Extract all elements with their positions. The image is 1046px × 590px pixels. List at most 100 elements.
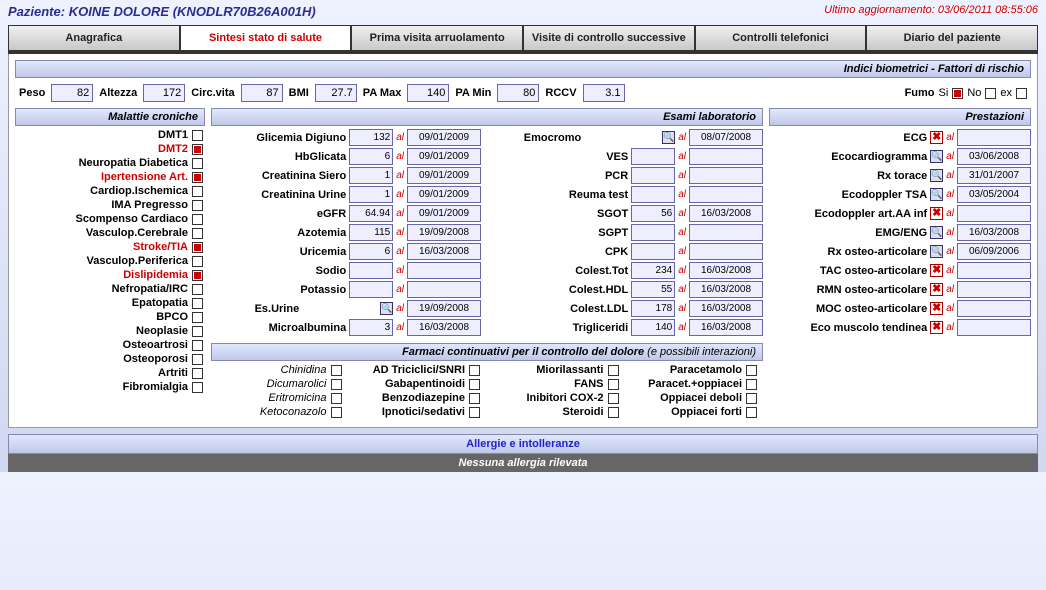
- chronic-checkbox[interactable]: [192, 270, 203, 281]
- rccv-input[interactable]: [583, 84, 625, 102]
- document-icon[interactable]: 🔍: [930, 188, 943, 201]
- missing-icon[interactable]: ✖: [930, 283, 943, 296]
- lab-date-input[interactable]: [689, 205, 763, 222]
- lab-value-input[interactable]: [631, 243, 675, 260]
- prest-date-input[interactable]: [957, 224, 1031, 241]
- search-icon[interactable]: 🔍: [662, 131, 675, 144]
- fumo-no-checkbox[interactable]: [985, 88, 996, 99]
- document-icon[interactable]: 🔍: [930, 150, 943, 163]
- lab-value-input[interactable]: [349, 205, 393, 222]
- lab-value-input[interactable]: [631, 167, 675, 184]
- tab-prima-visita-arruolamento[interactable]: Prima visita arruolamento: [351, 25, 523, 50]
- lab-value-input[interactable]: [631, 262, 675, 279]
- lab-date-input[interactable]: [407, 243, 481, 260]
- document-icon[interactable]: 🔍: [930, 245, 943, 258]
- chronic-checkbox[interactable]: [192, 256, 203, 267]
- tab-controlli-telefonici[interactable]: Controlli telefonici: [695, 25, 867, 50]
- lab-value-input[interactable]: [349, 129, 393, 146]
- missing-icon[interactable]: ✖: [930, 321, 943, 334]
- chronic-checkbox[interactable]: [192, 172, 203, 183]
- circvita-input[interactable]: [241, 84, 283, 102]
- missing-icon[interactable]: ✖: [930, 207, 943, 220]
- prest-date-input[interactable]: [957, 167, 1031, 184]
- lab-date-input[interactable]: [407, 300, 481, 317]
- tab-diario-del-paziente[interactable]: Diario del paziente: [866, 25, 1038, 50]
- chronic-checkbox[interactable]: [192, 214, 203, 225]
- lab-date-input[interactable]: [689, 224, 763, 241]
- missing-icon[interactable]: ✖: [930, 131, 943, 144]
- lab-date-input[interactable]: [407, 224, 481, 241]
- lab-value-input[interactable]: [349, 262, 393, 279]
- lab-value-input[interactable]: [631, 186, 675, 203]
- chronic-checkbox[interactable]: [192, 130, 203, 141]
- lab-value-input[interactable]: [631, 148, 675, 165]
- prest-date-input[interactable]: [957, 243, 1031, 260]
- lab-date-input[interactable]: [689, 167, 763, 184]
- missing-icon[interactable]: ✖: [930, 264, 943, 277]
- document-icon[interactable]: 🔍: [930, 169, 943, 182]
- lab-value-input[interactable]: [631, 300, 675, 317]
- lab-date-input[interactable]: [689, 300, 763, 317]
- lab-date-input[interactable]: [407, 262, 481, 279]
- lab-date-input[interactable]: [689, 243, 763, 260]
- farm-checkbox[interactable]: [331, 393, 342, 404]
- chronic-checkbox[interactable]: [192, 144, 203, 155]
- chronic-checkbox[interactable]: [192, 242, 203, 253]
- prest-date-input[interactable]: [957, 129, 1031, 146]
- tab-anagrafica[interactable]: Anagrafica: [8, 25, 180, 50]
- lab-date-input[interactable]: [407, 167, 481, 184]
- farm-checkbox[interactable]: [746, 365, 757, 376]
- pamax-input[interactable]: [407, 84, 449, 102]
- farm-checkbox[interactable]: [469, 393, 480, 404]
- lab-value-input[interactable]: [349, 167, 393, 184]
- lab-value-input[interactable]: [631, 205, 675, 222]
- prest-date-input[interactable]: [957, 300, 1031, 317]
- chronic-checkbox[interactable]: [192, 354, 203, 365]
- chronic-checkbox[interactable]: [192, 368, 203, 379]
- lab-value-input[interactable]: [349, 148, 393, 165]
- lab-value-input[interactable]: [631, 224, 675, 241]
- lab-date-input[interactable]: [407, 281, 481, 298]
- document-icon[interactable]: 🔍: [930, 226, 943, 239]
- farm-checkbox[interactable]: [608, 379, 619, 390]
- prest-date-input[interactable]: [957, 205, 1031, 222]
- farm-checkbox[interactable]: [331, 407, 342, 418]
- lab-date-input[interactable]: [689, 186, 763, 203]
- lab-value-input[interactable]: [631, 319, 675, 336]
- lab-value-input[interactable]: [349, 281, 393, 298]
- lab-value-input[interactable]: [349, 224, 393, 241]
- lab-value-input[interactable]: [349, 186, 393, 203]
- chronic-checkbox[interactable]: [192, 158, 203, 169]
- farm-checkbox[interactable]: [469, 379, 480, 390]
- peso-input[interactable]: [51, 84, 93, 102]
- farm-checkbox[interactable]: [746, 407, 757, 418]
- farm-checkbox[interactable]: [469, 407, 480, 418]
- chronic-checkbox[interactable]: [192, 186, 203, 197]
- prest-date-input[interactable]: [957, 281, 1031, 298]
- lab-date-input[interactable]: [407, 205, 481, 222]
- chronic-checkbox[interactable]: [192, 312, 203, 323]
- lab-date-input[interactable]: [407, 129, 481, 146]
- farm-checkbox[interactable]: [608, 407, 619, 418]
- chronic-checkbox[interactable]: [192, 326, 203, 337]
- chronic-checkbox[interactable]: [192, 382, 203, 393]
- farm-checkbox[interactable]: [746, 393, 757, 404]
- tab-visite-di-controllo-successive[interactable]: Visite di controllo successive: [523, 25, 695, 50]
- chronic-checkbox[interactable]: [192, 298, 203, 309]
- prest-date-input[interactable]: [957, 319, 1031, 336]
- lab-value-input[interactable]: [349, 243, 393, 260]
- missing-icon[interactable]: ✖: [930, 302, 943, 315]
- lab-date-input[interactable]: [407, 148, 481, 165]
- farm-checkbox[interactable]: [608, 365, 619, 376]
- farm-checkbox[interactable]: [469, 365, 480, 376]
- prest-date-input[interactable]: [957, 186, 1031, 203]
- farm-checkbox[interactable]: [746, 379, 757, 390]
- lab-value-input[interactable]: [349, 319, 393, 336]
- chronic-checkbox[interactable]: [192, 228, 203, 239]
- farm-checkbox[interactable]: [331, 365, 342, 376]
- lab-date-input[interactable]: [689, 281, 763, 298]
- altezza-input[interactable]: [143, 84, 185, 102]
- lab-date-input[interactable]: [689, 148, 763, 165]
- chronic-checkbox[interactable]: [192, 340, 203, 351]
- lab-date-input[interactable]: [407, 319, 481, 336]
